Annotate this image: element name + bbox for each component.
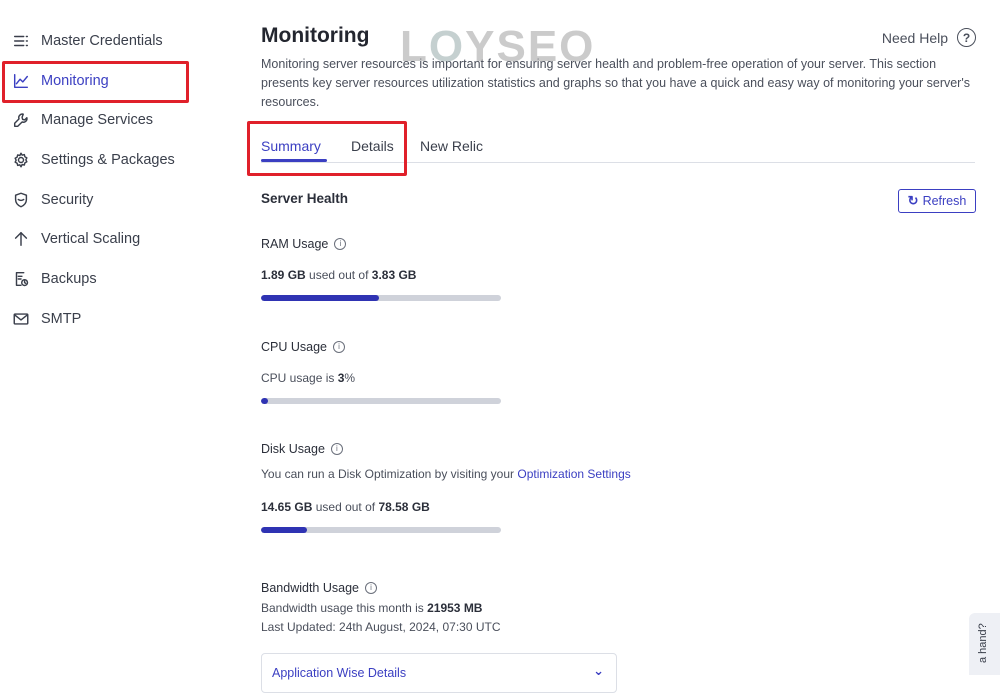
- sidebar-item-label: Monitoring: [41, 73, 109, 89]
- sidebar-item-label: Manage Services: [41, 112, 154, 128]
- bandwidth-last-updated: Last Updated: 24th August, 2024, 07:30 U…: [261, 620, 501, 634]
- bandwidth-usage-label: Bandwidth Usage i: [261, 581, 377, 595]
- ram-usage-text: 1.89 GB used out of 3.83 GB: [261, 268, 416, 282]
- ram-usage-bar: [261, 295, 501, 301]
- sidebar-item-label: Security: [41, 192, 94, 208]
- accordion-label: Application Wise Details: [272, 666, 407, 680]
- question-circle-icon: ?: [957, 28, 976, 47]
- disk-usage-label: Disk Usage i: [261, 442, 343, 456]
- optimization-settings-link[interactable]: Optimization Settings: [517, 467, 630, 481]
- disk-used-out-of: used out of: [315, 500, 376, 514]
- page-description: Monitoring server resources is important…: [261, 57, 970, 109]
- ram-usage-label: RAM Usage i: [261, 237, 347, 251]
- help-side-tab-label: a hand?: [977, 623, 989, 663]
- help-side-tab[interactable]: a hand?: [969, 613, 1000, 675]
- disk-usage-bar: [261, 527, 501, 533]
- cpu-usage-label: CPU Usage i: [261, 340, 345, 354]
- refresh-button[interactable]: ↻ Refresh: [898, 189, 976, 213]
- watermark-logo: LOYSEO: [400, 22, 595, 72]
- info-icon[interactable]: i: [364, 582, 377, 594]
- ram-used-out-of: used out of: [309, 268, 369, 282]
- sidebar-item-vertical-scaling[interactable]: Vertical Scaling: [10, 222, 182, 256]
- cpu-usage-title: CPU Usage: [261, 340, 327, 354]
- sidebar-item-label: Settings & Packages: [41, 152, 175, 168]
- sidebar-item-label: Vertical Scaling: [41, 231, 141, 247]
- cpu-usage-bar: [261, 398, 501, 404]
- mail-icon: [10, 308, 32, 330]
- chart-line-icon: [10, 70, 32, 92]
- ram-total-value: 3.83 GB: [371, 268, 417, 282]
- info-icon[interactable]: i: [333, 341, 345, 353]
- gear-icon: [10, 149, 32, 171]
- chevron-down-icon: ⌄: [593, 663, 604, 678]
- bandwidth-usage-title: Bandwidth Usage: [261, 581, 359, 595]
- disk-usage-text: 14.65 GB used out of 78.58 GB: [261, 500, 430, 514]
- wrench-icon: [10, 109, 32, 131]
- refresh-icon: ↻: [907, 193, 919, 208]
- sidebar-item-manage-services[interactable]: Manage Services: [10, 103, 182, 137]
- disk-optimization-note: You can run a Disk Optimization by visit…: [261, 467, 631, 481]
- disk-used-value: 14.65 GB: [261, 500, 313, 514]
- sidebar-item-master-credentials[interactable]: Master Credentials: [10, 24, 182, 58]
- section-title-server-health: Server Health: [261, 191, 349, 206]
- arrow-up-icon: [10, 228, 32, 250]
- list-icon: [10, 30, 32, 52]
- sidebar-item-security[interactable]: Security: [10, 183, 182, 217]
- ram-usage-title: RAM Usage: [261, 237, 329, 251]
- disk-note-prefix: You can run a Disk Optimization by visit…: [261, 467, 515, 481]
- sidebar-item-smtp[interactable]: SMTP: [10, 302, 182, 336]
- active-tab-indicator: [261, 159, 327, 162]
- bandwidth-usage-prefix: Bandwidth usage this month is: [261, 601, 424, 615]
- cpu-usage-prefix: CPU usage is: [261, 371, 335, 385]
- application-wise-details-accordion[interactable]: Application Wise Details ⌄: [261, 653, 617, 693]
- bandwidth-usage-value: 21953 MB: [427, 601, 483, 615]
- tab-details[interactable]: Details: [351, 138, 394, 154]
- watermark-text-o: O: [428, 22, 466, 71]
- sidebar: Master Credentials Monitoring Manage Ser…: [0, 0, 200, 675]
- sidebar-item-backups[interactable]: Backups: [10, 262, 182, 296]
- disk-usage-bar-fill: [261, 527, 307, 533]
- cpu-usage-text: CPU usage is 3%: [261, 371, 355, 385]
- refresh-label: Refresh: [922, 194, 967, 208]
- disk-usage-title: Disk Usage: [261, 442, 325, 456]
- sidebar-item-label: Backups: [41, 271, 97, 287]
- sidebar-item-label: SMTP: [41, 311, 82, 327]
- need-help-label: Need Help: [881, 29, 948, 46]
- main-content: Monitoring Need Help ? Monitoring server…: [261, 0, 976, 693]
- ram-usage-bar-fill: [261, 295, 379, 301]
- watermark-text-right: YSEO: [465, 22, 596, 71]
- tab-summary[interactable]: Summary: [261, 138, 321, 154]
- tab-bar: Summary Details New Relic: [261, 128, 975, 163]
- bandwidth-usage-text: Bandwidth usage this month is 21953 MB: [261, 601, 482, 615]
- info-icon[interactable]: i: [334, 238, 347, 250]
- sidebar-item-label: Master Credentials: [41, 33, 163, 49]
- watermark-text-left: L: [400, 22, 429, 71]
- sidebar-item-monitoring[interactable]: Monitoring: [10, 64, 182, 98]
- cpu-usage-bar-fill: [261, 398, 269, 404]
- info-icon[interactable]: i: [330, 443, 343, 455]
- tab-new-relic[interactable]: New Relic: [420, 138, 483, 154]
- ram-used-value: 1.89 GB: [261, 268, 306, 282]
- page-title: Monitoring: [261, 24, 370, 47]
- cpu-usage-unit: %: [344, 371, 356, 385]
- disk-total-value: 78.58 GB: [378, 500, 430, 514]
- sidebar-item-settings-packages[interactable]: Settings & Packages: [10, 143, 182, 177]
- shield-icon: [10, 189, 32, 211]
- need-help-link[interactable]: Need Help ?: [882, 28, 976, 47]
- backup-icon: [10, 268, 32, 290]
